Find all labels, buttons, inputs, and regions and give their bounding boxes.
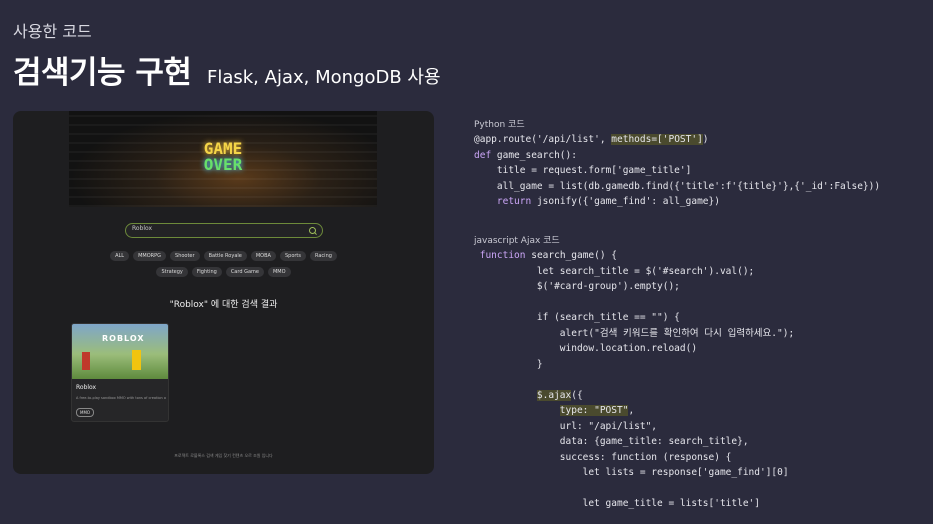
javascript-line: let search_title = $('#search').val(); bbox=[474, 265, 755, 277]
chip-mmo[interactable]: MMO bbox=[267, 267, 291, 277]
javascript-line: } bbox=[474, 358, 543, 370]
search-icon[interactable] bbox=[309, 227, 316, 234]
javascript-code-label: javascript Ajax 코드 bbox=[474, 236, 560, 246]
game-over-logo: GAME OVER bbox=[187, 141, 259, 177]
python-line: title = request.form['game_title'] bbox=[474, 165, 692, 176]
slide-title: 검색기능 구현 bbox=[13, 55, 192, 91]
javascript-line: $('#card-group').empty(); bbox=[474, 281, 680, 292]
python-line: return jsonify({'game_find': all_game}) bbox=[496, 196, 720, 207]
chip-all[interactable]: ALL bbox=[110, 251, 130, 261]
page-footer: 프로젝트 로블록스 검색 게임 찾기 컨텐츠 오르 조원 입니다 bbox=[174, 453, 273, 458]
javascript-line: function search_game() { bbox=[479, 250, 618, 261]
javascript-line: if (search_title == "") { bbox=[474, 312, 680, 323]
javascript-code-block: function search_game() { let search_titl… bbox=[474, 248, 794, 512]
logo-line-2: OVER bbox=[203, 155, 243, 174]
chip-moba[interactable]: MOBA bbox=[250, 251, 276, 261]
game-card-image: ROBLOX bbox=[72, 324, 168, 379]
python-line: all_game = list(db.gamedb.find({'title':… bbox=[474, 180, 881, 192]
genre-chips-row-1: ALL MMORPG Shooter Battle Royale MOBA Sp… bbox=[13, 251, 434, 261]
javascript-line: data: {game_title: search_title}, bbox=[474, 436, 749, 447]
chip-shooter[interactable]: Shooter bbox=[170, 251, 200, 261]
search-input[interactable]: Roblox bbox=[125, 223, 323, 238]
search-value: Roblox bbox=[132, 225, 153, 232]
slide-subtitle: Flask, Ajax, MongoDB 사용 bbox=[207, 67, 441, 88]
chip-card-game[interactable]: Card Game bbox=[225, 267, 264, 277]
javascript-line: type: "POST", bbox=[559, 405, 635, 416]
chip-sports[interactable]: Sports bbox=[279, 251, 306, 261]
javascript-line: let lists = response['game_find'][0] bbox=[474, 467, 789, 478]
app-screenshot: GAME OVER Roblox ALL MMORPG Shooter Batt… bbox=[13, 111, 434, 474]
chip-strategy[interactable]: Strategy bbox=[156, 267, 188, 277]
python-line: def game_search(): bbox=[474, 149, 577, 161]
search-result-heading: "Roblox" 에 대한 검색 결과 bbox=[169, 300, 278, 310]
javascript-line: $.ajax({ bbox=[536, 389, 583, 401]
card-image-logo: ROBLOX bbox=[102, 334, 145, 343]
game-card[interactable]: ROBLOX Roblox A free-to-play sandbox MMO… bbox=[71, 323, 169, 422]
chip-battle-royale[interactable]: Battle Royale bbox=[203, 251, 247, 261]
chip-mmorpg[interactable]: MMORPG bbox=[133, 251, 167, 261]
javascript-line: url: "/api/list", bbox=[474, 420, 658, 432]
game-card-description: A free-to-play sandbox MMO with tons of … bbox=[76, 396, 166, 400]
slide-kicker: 사용한 코드 bbox=[13, 22, 92, 41]
chip-fighting[interactable]: Fighting bbox=[191, 267, 222, 277]
javascript-line: let game_title = lists['title'] bbox=[474, 498, 760, 509]
javascript-line: success: function (response) { bbox=[474, 451, 732, 463]
game-card-title: Roblox bbox=[76, 384, 97, 391]
python-code-block: @app.route('/api/list', methods=['POST']… bbox=[474, 132, 880, 210]
game-over-banner: GAME OVER bbox=[69, 111, 377, 207]
python-line: @app.route('/api/list', methods=['POST']… bbox=[474, 134, 709, 145]
javascript-line: alert("검색 키워드를 확인하여 다시 입력하세요."); bbox=[474, 327, 795, 339]
chip-racing[interactable]: Racing bbox=[310, 251, 337, 261]
javascript-line: window.location.reload() bbox=[474, 343, 698, 354]
python-code-label: Python 코드 bbox=[474, 120, 525, 130]
genre-chips-row-2: Strategy Fighting Card Game MMO bbox=[13, 267, 434, 277]
game-card-tag: MMO bbox=[76, 408, 95, 417]
